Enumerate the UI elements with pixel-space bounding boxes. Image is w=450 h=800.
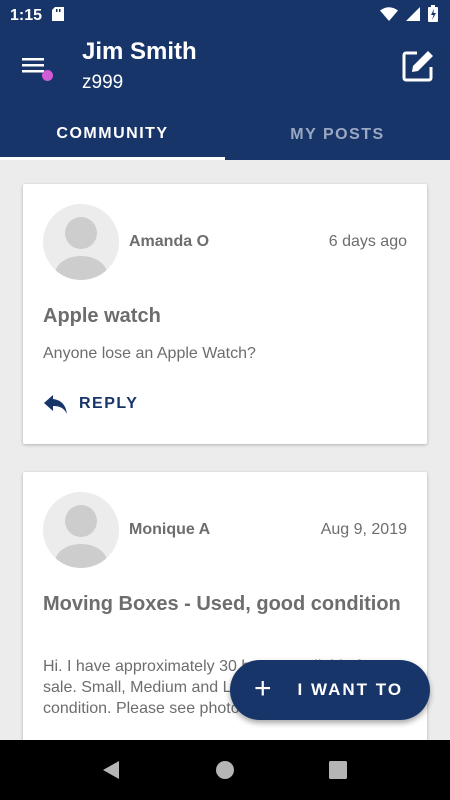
- app-bar: Jim Smith z999: [0, 32, 450, 110]
- post-feed[interactable]: Amanda O 6 days ago Apple watch Anyone l…: [0, 160, 450, 740]
- post-body: Anyone lose an Apple Watch?: [43, 345, 256, 362]
- post-title: Apple watch: [43, 305, 161, 327]
- avatar: [43, 492, 119, 568]
- compose-icon: [402, 51, 433, 82]
- cell-signal-icon: [406, 6, 420, 26]
- avatar: [43, 204, 119, 280]
- recents-button[interactable]: [328, 760, 348, 780]
- plus-icon: +: [254, 671, 272, 705]
- status-time: 1:15: [10, 7, 43, 24]
- tab-bar: COMMUNITY MY POSTS: [0, 110, 450, 160]
- tab-my-posts[interactable]: MY POSTS: [225, 110, 450, 160]
- reply-button[interactable]: REPLY: [43, 393, 138, 415]
- fab-label: I WANT TO: [297, 680, 404, 699]
- back-triangle-icon: [103, 761, 119, 779]
- i-want-to-button[interactable]: + I WANT TO: [230, 660, 430, 720]
- person-icon: [55, 217, 107, 280]
- post-date: Aug 9, 2019: [320, 521, 407, 538]
- person-icon: [55, 505, 107, 568]
- home-circle-icon: [216, 761, 234, 779]
- battery-icon: [428, 5, 438, 27]
- tab-community[interactable]: COMMUNITY: [0, 110, 225, 160]
- post-author: Monique A: [129, 521, 211, 538]
- status-bar: 1:15: [0, 0, 450, 32]
- post-author: Amanda O: [129, 233, 210, 250]
- user-name: Jim Smith: [82, 38, 197, 65]
- system-nav-bar: [0, 740, 450, 800]
- sd-card-icon: [52, 6, 65, 26]
- wifi-icon: [380, 6, 398, 26]
- post-title: Moving Boxes - Used, good condition: [43, 593, 401, 615]
- reply-icon: [44, 395, 67, 414]
- post-card[interactable]: Amanda O 6 days ago Apple watch Anyone l…: [23, 184, 427, 444]
- compose-button[interactable]: [400, 48, 436, 84]
- notification-badge: [42, 70, 53, 81]
- back-button[interactable]: [101, 760, 121, 780]
- post-date: 6 days ago: [328, 233, 407, 250]
- recents-square-icon: [329, 761, 347, 779]
- reply-label: REPLY: [79, 395, 139, 412]
- home-button[interactable]: [215, 760, 235, 780]
- user-id: z999: [82, 72, 124, 93]
